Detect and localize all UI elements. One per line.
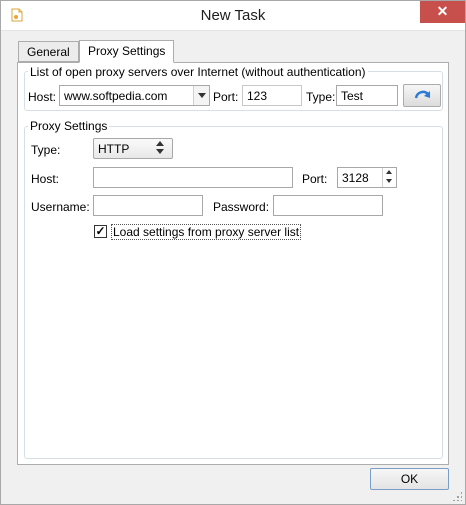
proxy-list-host-combo[interactable]: www.softpedia.com <box>59 85 210 106</box>
type-dropdown-button[interactable] <box>152 139 172 158</box>
host-input[interactable] <box>93 167 293 188</box>
proxy-list-host-dropdown-button[interactable] <box>193 86 209 105</box>
type-select-value: HTTP <box>98 142 130 156</box>
chevron-up-icon <box>156 141 164 146</box>
tab-general-label: General <box>27 45 70 59</box>
checkmark-icon: ✓ <box>95 224 106 238</box>
proxy-list-port-label: Port: <box>213 90 239 104</box>
chevron-down-icon <box>156 149 164 154</box>
username-input[interactable] <box>93 195 203 216</box>
window-title: New Task <box>200 7 266 24</box>
load-settings-checkbox[interactable]: ✓ <box>94 225 107 238</box>
proxy-list-host-value: www.softpedia.com <box>64 89 168 103</box>
refresh-proxy-button[interactable] <box>403 84 441 107</box>
tab-proxy-settings-label: Proxy Settings <box>88 44 166 58</box>
proxy-list-port-field[interactable]: 123 <box>242 85 302 106</box>
type-label: Type: <box>31 143 61 157</box>
chevron-down-icon <box>198 93 206 98</box>
close-icon: ✕ <box>436 3 449 19</box>
spin-up-button[interactable] <box>383 168 396 177</box>
ok-button-label: OK <box>400 472 419 486</box>
host-label: Host: <box>31 172 60 186</box>
new-task-window: New Task ✕ General Proxy Settings List o… <box>0 0 466 505</box>
close-button[interactable]: ✕ <box>420 1 465 23</box>
proxy-list-type-value: Test <box>341 89 364 103</box>
resize-grip-icon[interactable] <box>452 491 462 501</box>
chevron-up-icon <box>386 170 392 174</box>
proxy-list-type-label: Type: <box>306 90 336 104</box>
proxy-settings-panel: List of open proxy servers over Internet… <box>17 62 449 465</box>
title-bar[interactable]: New Task ✕ <box>1 1 465 31</box>
ok-button[interactable]: OK <box>370 468 449 490</box>
proxy-list-port-value: 123 <box>247 89 268 103</box>
password-label: Password: <box>213 200 270 214</box>
proxy-list-type-field[interactable]: Test <box>336 85 398 106</box>
port-spinner[interactable]: 3128 <box>337 167 397 188</box>
port-label: Port: <box>302 172 328 186</box>
chevron-down-icon <box>386 179 392 183</box>
type-select[interactable]: HTTP <box>93 138 173 159</box>
refresh-arrow-icon <box>414 88 432 106</box>
tab-general[interactable]: General <box>18 41 79 62</box>
proxy-settings-legend: Proxy Settings <box>28 119 110 133</box>
proxy-list-legend: List of open proxy servers over Internet… <box>28 65 368 79</box>
username-label: Username: <box>31 200 90 214</box>
tab-proxy-settings[interactable]: Proxy Settings <box>79 40 175 63</box>
spin-down-button[interactable] <box>383 177 396 186</box>
port-spin-buttons[interactable] <box>382 168 396 187</box>
port-spinner-value: 3128 <box>342 171 369 185</box>
load-settings-label[interactable]: Load settings from proxy server list <box>111 224 302 240</box>
password-input[interactable] <box>273 195 383 216</box>
proxy-list-host-label: Host: <box>28 90 57 104</box>
